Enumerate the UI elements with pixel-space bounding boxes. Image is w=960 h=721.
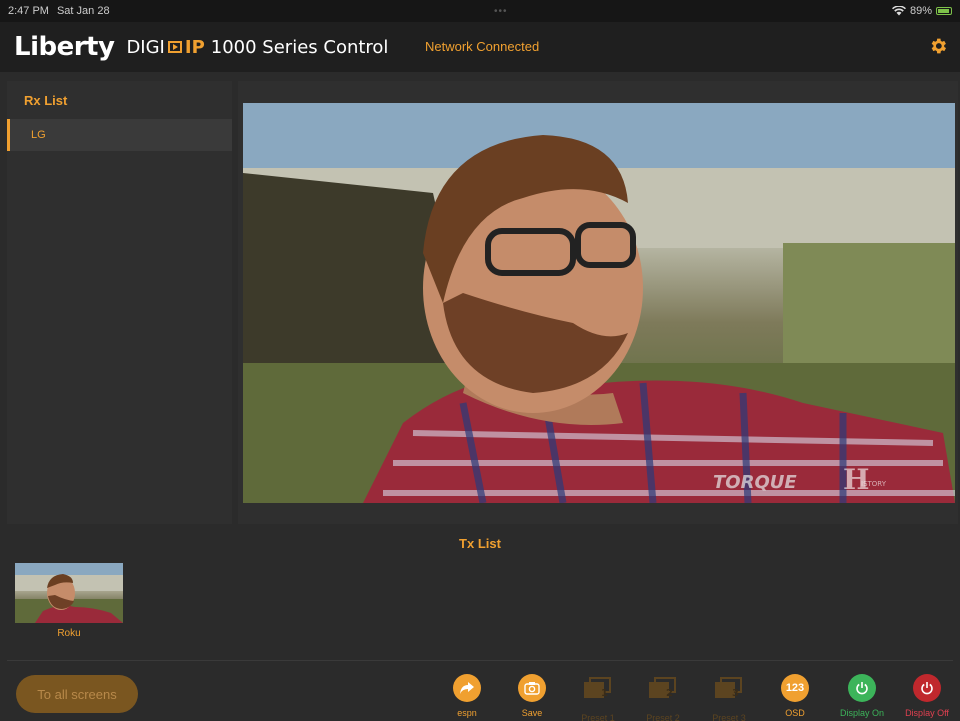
preset-1-label: Preset 1	[581, 713, 615, 721]
osd-label: OSD	[785, 708, 805, 718]
display-on-label: Display On	[839, 708, 884, 718]
tx-item-label: Roku	[57, 628, 81, 639]
subtitle-digi: DIGI	[126, 36, 165, 58]
preset-3-button[interactable]: 3 Preset 3	[699, 674, 759, 721]
espn-button[interactable]: espn	[437, 674, 497, 718]
tx-thumbnail-image	[15, 563, 123, 623]
power-icon	[913, 674, 941, 702]
video-preview[interactable]: TORQUE H ISTORY	[243, 103, 955, 503]
preview-panel: TORQUE H ISTORY	[238, 81, 958, 524]
rx-list-title: Rx List	[24, 93, 68, 108]
status-time: 2:47 PM	[8, 5, 49, 17]
preset-2-label: Preset 2	[646, 713, 680, 721]
preset-2-button[interactable]: 2 Preset 2	[633, 674, 693, 721]
svg-text:2: 2	[666, 688, 673, 699]
preset-icon: 2	[649, 677, 676, 699]
subtitle-ip: IP	[184, 36, 205, 58]
gear-icon[interactable]	[928, 36, 948, 56]
display-on-button[interactable]: Display On	[832, 674, 892, 718]
rx-list-panel: Rx List LG	[7, 81, 232, 524]
status-bar: 2:47 PM Sat Jan 28 ••• 89%	[0, 0, 960, 22]
osd-icon: 123	[781, 674, 809, 702]
play-icon	[167, 41, 182, 53]
battery-icon	[935, 7, 952, 15]
divider	[7, 660, 953, 661]
video-frame-image: TORQUE H ISTORY	[243, 103, 955, 503]
save-button[interactable]: Save	[502, 674, 562, 718]
subtitle-series: 1000 Series Control	[210, 36, 389, 58]
network-status: Network Connected	[425, 39, 540, 54]
app-header: Liberty DIGI IP 1000 Series Control Netw…	[0, 22, 960, 72]
camera-icon	[518, 674, 546, 702]
rx-item-label: LG	[31, 129, 46, 141]
app-logo: Liberty	[14, 32, 115, 62]
wifi-icon	[891, 6, 906, 16]
save-label: Save	[521, 708, 543, 718]
multitask-dots[interactable]: •••	[494, 6, 508, 17]
watermark-torque: TORQUE	[713, 472, 797, 493]
preset-icon: 3	[715, 677, 742, 699]
display-off-label: Display Off	[905, 708, 949, 718]
status-date: Sat Jan 28	[56, 5, 110, 17]
preset-icon: 1	[584, 677, 611, 699]
osd-icon-text: 123	[785, 682, 805, 694]
app-subtitle: DIGI IP 1000 Series Control	[126, 37, 388, 58]
preset-1-button[interactable]: 1 Preset 1	[568, 674, 628, 721]
tx-list-title: Tx List	[459, 536, 501, 551]
display-off-button[interactable]: Display Off	[897, 674, 957, 718]
rx-item-lg[interactable]: LG	[7, 119, 232, 151]
tx-item-roku[interactable]	[15, 563, 123, 623]
svg-text:1: 1	[601, 688, 608, 699]
watermark-history: ISTORY	[861, 480, 887, 488]
preset-3-label: Preset 3	[712, 713, 746, 721]
share-icon	[453, 674, 481, 702]
osd-button[interactable]: 123 OSD	[765, 674, 825, 718]
espn-label: espn	[457, 708, 477, 718]
power-icon	[848, 674, 876, 702]
svg-text:3: 3	[732, 688, 739, 699]
to-all-screens-button[interactable]: To all screens	[16, 675, 138, 713]
battery-percent: 89%	[909, 5, 932, 17]
